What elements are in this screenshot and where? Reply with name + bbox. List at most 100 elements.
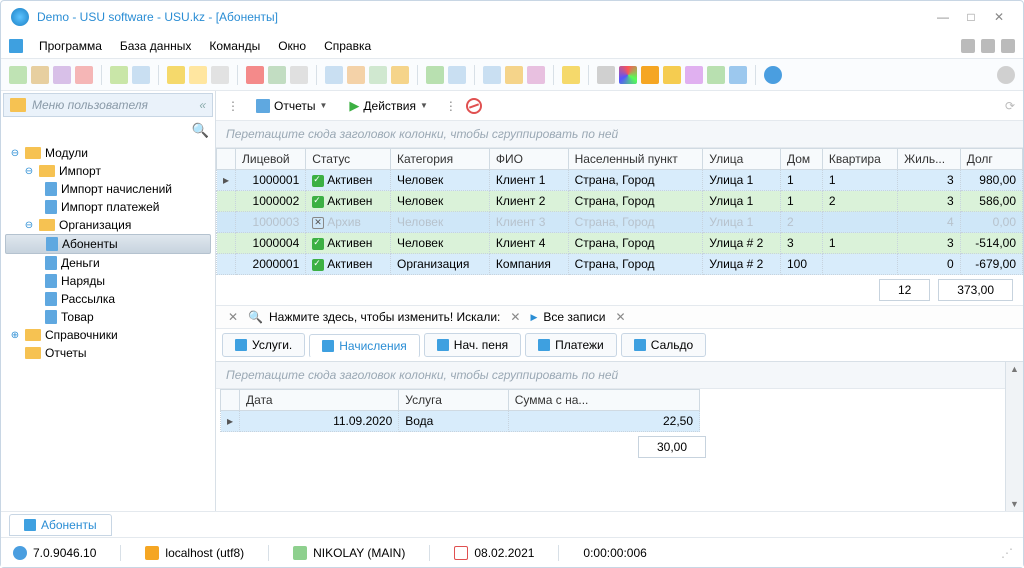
menu-database[interactable]: База данных (112, 36, 199, 56)
mdi-close-icon[interactable] (1001, 39, 1015, 53)
row-selector-icon[interactable] (217, 254, 236, 275)
expander-icon[interactable]: ⊕ (9, 330, 21, 341)
tree-orders[interactable]: Наряды (5, 272, 211, 290)
sub-col-date[interactable]: Дата (240, 390, 399, 411)
note-icon[interactable] (290, 66, 308, 84)
tab-charges[interactable]: Начисления (309, 334, 420, 358)
folder-icon[interactable] (391, 66, 409, 84)
col-flat[interactable]: Квартира (822, 149, 897, 170)
filter-text[interactable]: Нажмите здесь, чтобы изменить! Искали: (269, 310, 500, 324)
lock-icon[interactable] (663, 66, 681, 84)
table-row[interactable]: 1000004АктивенЧеловекКлиент 4Страна, Гор… (217, 233, 1023, 254)
form-icon[interactable] (347, 66, 365, 84)
edit-record-icon[interactable] (53, 66, 71, 84)
stop-icon[interactable] (466, 98, 482, 114)
subgrid-group-bar[interactable]: Перетащите сюда заголовок колонки, чтобы… (216, 362, 1005, 389)
add-icon[interactable] (369, 66, 387, 84)
col-street[interactable]: Улица (703, 149, 781, 170)
tab-payments[interactable]: Платежи (525, 333, 617, 357)
vertical-scrollbar[interactable]: ▲ ▼ (1005, 362, 1023, 511)
tree-import-nach[interactable]: Импорт начислений (5, 180, 211, 198)
minimize-button[interactable]: — (929, 7, 957, 27)
delete-record-icon[interactable] (75, 66, 93, 84)
scroll-down-icon[interactable]: ▼ (1010, 499, 1019, 509)
group-by-bar[interactable]: Перетащите сюда заголовок колонки, чтобы… (216, 121, 1023, 148)
excel-icon[interactable] (426, 66, 444, 84)
tree-org[interactable]: ⊖ Организация (5, 216, 211, 234)
tree-mailing[interactable]: Рассылка (5, 290, 211, 308)
search-icon[interactable]: 🔍 (192, 122, 209, 139)
search-icon[interactable] (132, 66, 150, 84)
actions-dropdown[interactable]: ▶ Действия▼ (341, 96, 436, 116)
col-fio[interactable]: ФИО (489, 149, 568, 170)
menu-commands[interactable]: Команды (201, 36, 268, 56)
color-icon[interactable] (619, 66, 637, 84)
row-selector-icon[interactable] (217, 233, 236, 254)
sub-col-sum[interactable]: Сумма с на... (508, 390, 699, 411)
mdi-restore-icon[interactable] (981, 39, 995, 53)
tree-import[interactable]: ⊖ Импорт (5, 162, 211, 180)
new-record-icon[interactable] (9, 66, 27, 84)
clear-filter-icon[interactable]: ✕ (224, 310, 242, 324)
col-debt[interactable]: Долг (960, 149, 1022, 170)
handle-icon[interactable]: ⋮ (224, 99, 242, 113)
menu-program[interactable]: Программа (31, 36, 110, 56)
tree-refs[interactable]: ⊕ Справочники (5, 326, 211, 344)
info-icon[interactable] (764, 66, 782, 84)
row-selector-icon[interactable] (217, 212, 236, 233)
col-category[interactable]: Категория (390, 149, 489, 170)
tree-modules[interactable]: ⊖ Модули (5, 144, 211, 162)
detail-row[interactable]: ▸ 11.09.2020 Вода 22,50 (221, 411, 700, 432)
sidebar-collapse-icon[interactable]: « (199, 98, 206, 112)
sidebar-search[interactable]: 🔍 (1, 119, 215, 142)
sub-col-service[interactable]: Услуга (399, 390, 508, 411)
tree-abonents[interactable]: Абоненты (5, 234, 211, 254)
col-house[interactable]: Дом (780, 149, 822, 170)
table-row[interactable]: ▸1000001АктивенЧеловекКлиент 1Страна, Го… (217, 170, 1023, 191)
sort-icon[interactable] (189, 66, 207, 84)
columns-icon[interactable] (211, 66, 229, 84)
import-icon[interactable] (448, 66, 466, 84)
resize-grip-icon[interactable]: ⋰ (1001, 546, 1011, 560)
reports-dropdown[interactable]: Отчеты▼ (248, 97, 335, 115)
table-row[interactable]: 2000001АктивенОрганизацияКомпанияСтрана,… (217, 254, 1023, 275)
scroll-up-icon[interactable]: ▲ (1010, 364, 1019, 374)
tools-icon[interactable] (527, 66, 545, 84)
col-status[interactable]: Статус (306, 149, 391, 170)
sync-icon[interactable] (997, 66, 1015, 84)
tree-import-plat[interactable]: Импорт платежей (5, 198, 211, 216)
clear-all-icon[interactable]: ✕ (611, 310, 629, 324)
open-folder-icon[interactable] (505, 66, 523, 84)
col-city[interactable]: Населенный пункт (568, 149, 703, 170)
chart-icon[interactable] (483, 66, 501, 84)
table-row[interactable]: 1000002АктивенЧеловекКлиент 2Страна, Гор… (217, 191, 1023, 212)
handle-icon[interactable]: ⋮ (442, 99, 460, 113)
flag-icon[interactable] (246, 66, 264, 84)
pin-icon[interactable] (562, 66, 580, 84)
refresh-icon[interactable] (110, 66, 128, 84)
copy-record-icon[interactable] (31, 66, 49, 84)
sync-small-icon[interactable]: ⟳ (1005, 99, 1015, 113)
tab-balance[interactable]: Сальдо (621, 333, 706, 357)
filter-all[interactable]: Все записи (543, 310, 605, 324)
expander-icon[interactable]: ⊖ (23, 220, 35, 231)
row-selector-icon[interactable]: ▸ (217, 170, 236, 191)
mdi-minimize-icon[interactable] (961, 39, 975, 53)
filter-icon[interactable] (167, 66, 185, 84)
users-icon[interactable] (707, 66, 725, 84)
col-people[interactable]: Жиль... (898, 149, 961, 170)
close-button[interactable]: ✕ (985, 7, 1013, 27)
clear-search-icon[interactable]: ✕ (506, 310, 524, 324)
expander-icon[interactable]: ⊖ (9, 148, 21, 159)
image-icon[interactable] (268, 66, 286, 84)
tree-money[interactable]: Деньги (5, 254, 211, 272)
wand-icon[interactable] (729, 66, 747, 84)
row-selector-icon[interactable]: ▸ (221, 411, 240, 432)
expander-icon[interactable]: ⊖ (23, 166, 35, 177)
menu-help[interactable]: Справка (316, 36, 379, 56)
rss-icon[interactable] (641, 66, 659, 84)
tree-goods[interactable]: Товар (5, 308, 211, 326)
tab-services[interactable]: Услуги. (222, 333, 305, 357)
window-icon[interactable] (325, 66, 343, 84)
user-icon[interactable] (685, 66, 703, 84)
